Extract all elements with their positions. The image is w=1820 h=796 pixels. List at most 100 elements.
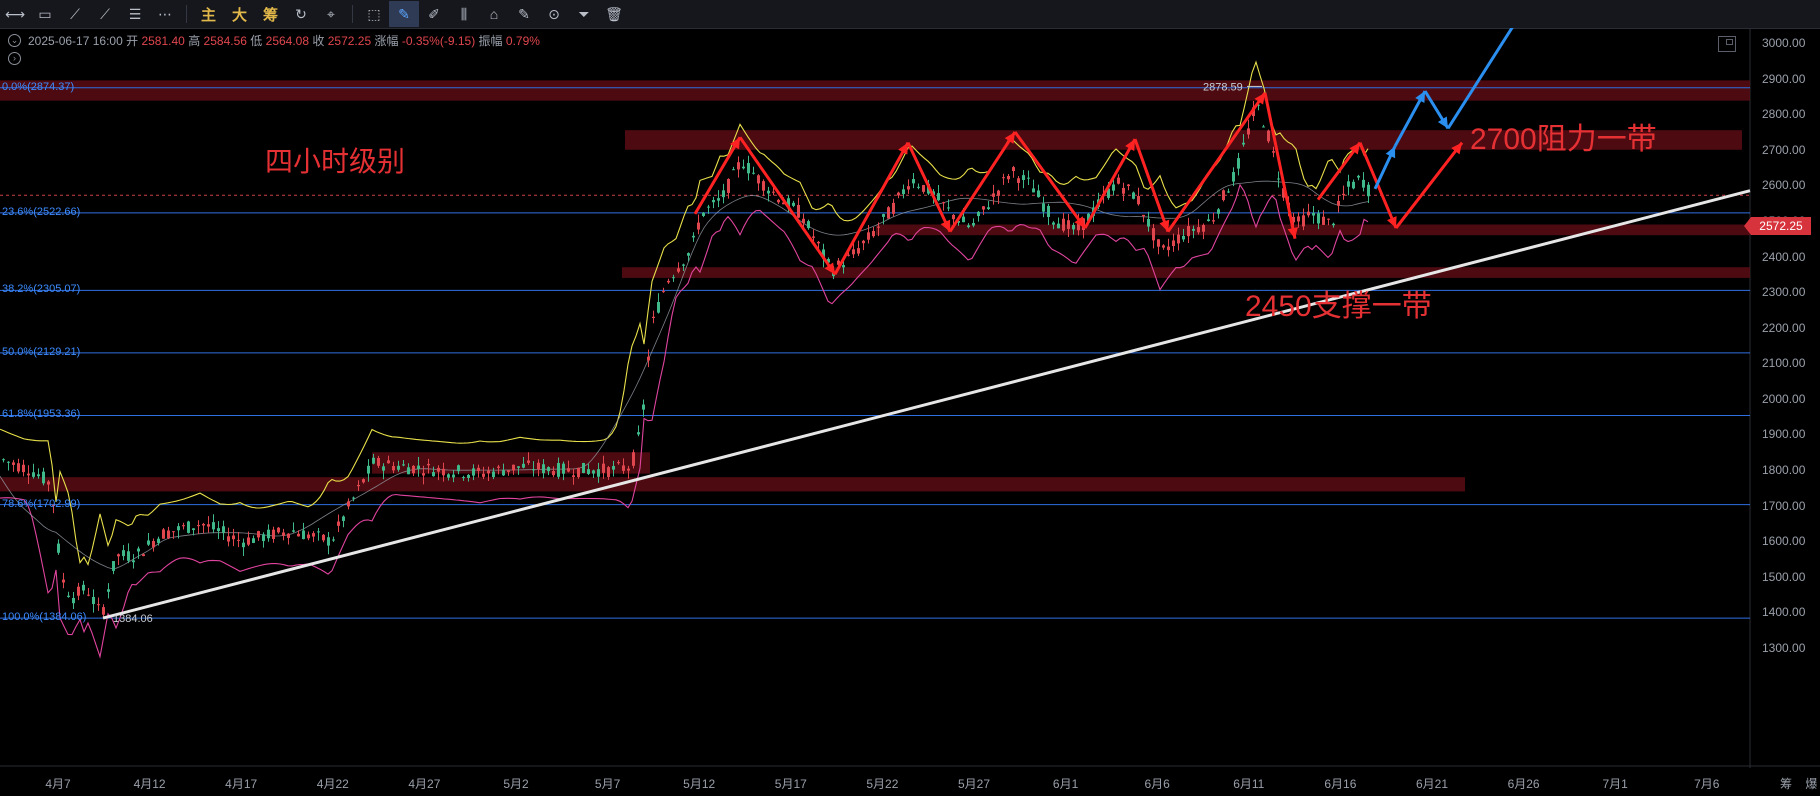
price-tick: 3000.00 bbox=[1762, 36, 1806, 50]
select-icon[interactable]: ⬚ bbox=[359, 1, 389, 27]
lower-band-line bbox=[0, 183, 1369, 659]
pen-icon[interactable]: ✐ bbox=[419, 1, 449, 27]
candle-body bbox=[1042, 203, 1045, 212]
candle-body bbox=[207, 524, 210, 527]
candle-body bbox=[1342, 193, 1345, 195]
candle-body bbox=[1037, 190, 1040, 198]
candle-body bbox=[517, 466, 520, 468]
fib-label: 38.2%(2305.07) bbox=[2, 283, 81, 296]
candle-body bbox=[1302, 215, 1305, 227]
candle-body bbox=[452, 474, 455, 478]
candle-body bbox=[612, 466, 615, 470]
red-arrow-down bbox=[906, 142, 952, 233]
bottom-tools: 筹 爆 bbox=[1780, 775, 1817, 792]
candle-body bbox=[607, 467, 610, 477]
arrow-segment bbox=[1083, 138, 1137, 229]
horizontal-line-icon[interactable]: ⟷ bbox=[0, 1, 30, 27]
candle-body bbox=[92, 596, 95, 605]
burst-tool-button[interactable]: 爆 bbox=[1805, 777, 1817, 791]
price-tick: 2100.00 bbox=[1762, 356, 1806, 371]
chip-tool-button[interactable]: 筹 bbox=[1780, 777, 1792, 791]
parallel-channel-icon[interactable]: ☰ bbox=[120, 1, 150, 27]
candle-body bbox=[737, 162, 740, 170]
measure-icon[interactable]: ⌖ bbox=[316, 1, 346, 27]
red-arrow-up bbox=[833, 141, 910, 276]
candle-body bbox=[677, 268, 680, 272]
candle-body bbox=[897, 192, 900, 196]
candle-body bbox=[7, 461, 10, 463]
candle-body bbox=[767, 190, 770, 194]
time-tick: 6月16 bbox=[1324, 777, 1357, 791]
candle-body bbox=[187, 521, 190, 533]
pencil-icon[interactable]: ✎ bbox=[389, 1, 419, 27]
candle-body bbox=[1142, 214, 1145, 217]
candle-body bbox=[172, 531, 175, 533]
candle-body bbox=[512, 464, 515, 471]
candle-body bbox=[427, 463, 430, 466]
time-tick: 5月2 bbox=[503, 777, 529, 791]
settings-toggle-icon[interactable]: › bbox=[8, 52, 21, 65]
fib-label: 100.0%(1384.06) bbox=[2, 611, 87, 624]
candle-body bbox=[647, 356, 650, 361]
candle-body bbox=[687, 253, 690, 256]
candle-body bbox=[962, 216, 965, 223]
trend-line-icon[interactable]: ⟋ bbox=[60, 1, 90, 27]
candle-body bbox=[1127, 184, 1130, 187]
candle-body bbox=[147, 540, 150, 545]
candle-body bbox=[1332, 223, 1335, 226]
collapse-icon[interactable]: ⌄ bbox=[8, 34, 21, 47]
candle-body bbox=[1162, 245, 1165, 248]
big-order-button[interactable]: 大 bbox=[224, 1, 255, 27]
filter-icon[interactable]: ⏷ bbox=[569, 1, 599, 27]
trash-icon[interactable]: 🗑 bbox=[599, 1, 629, 27]
more-icon[interactable]: ⋯ bbox=[150, 1, 180, 27]
red-arrow-up bbox=[1394, 141, 1464, 229]
time-tick: 5月22 bbox=[866, 777, 899, 791]
candle-body bbox=[682, 264, 685, 266]
candle-body bbox=[307, 534, 310, 539]
candle-body bbox=[467, 474, 470, 478]
candle-body bbox=[317, 531, 320, 533]
chip-button[interactable]: 筹 bbox=[255, 1, 286, 27]
candle-body bbox=[217, 528, 220, 532]
candle-body bbox=[122, 550, 125, 557]
rectangle-icon[interactable]: ▭ bbox=[30, 1, 60, 27]
candle-body bbox=[362, 479, 365, 483]
candle-body bbox=[792, 202, 795, 206]
ray-line-icon[interactable]: ⟋ bbox=[90, 1, 120, 27]
time-tick: 4月12 bbox=[133, 777, 166, 791]
candle-body bbox=[742, 166, 745, 169]
candle-body bbox=[802, 218, 805, 224]
arrow-segment bbox=[906, 142, 952, 233]
low-value: 2564.08 bbox=[265, 34, 310, 48]
candle-body bbox=[357, 484, 360, 487]
candle-body bbox=[1047, 205, 1050, 218]
candle-body bbox=[192, 528, 195, 531]
candle-body bbox=[507, 470, 510, 472]
candles-icon[interactable]: ⫼ bbox=[449, 1, 479, 27]
fib-label: 61.8%(1953.36) bbox=[2, 408, 81, 421]
fib-label: 50.0%(2129.21) bbox=[2, 345, 81, 358]
ohlc-info-line: 2025-06-17 16:00 开 2581.40 高 2584.56 低 2… bbox=[28, 32, 540, 49]
fib-label: 23.6%(2522.66) bbox=[2, 205, 81, 218]
candle-body bbox=[1317, 213, 1320, 224]
candle-body bbox=[137, 548, 140, 552]
cycle-icon[interactable]: ↻ bbox=[286, 1, 316, 27]
candle-body bbox=[232, 535, 235, 540]
candle-body bbox=[2, 459, 5, 461]
candle-body bbox=[1227, 191, 1230, 193]
edit-icon[interactable]: ✎ bbox=[509, 1, 539, 27]
candle-body bbox=[732, 169, 735, 171]
fullscreen-icon[interactable] bbox=[1718, 36, 1736, 52]
candle-body bbox=[257, 531, 260, 538]
magnet-icon[interactable]: ⊙ bbox=[539, 1, 569, 27]
toolbar-separator bbox=[186, 5, 187, 23]
time-tick: 4月7 bbox=[45, 777, 71, 791]
lock-icon[interactable]: ⌂ bbox=[479, 1, 509, 27]
main-force-button[interactable]: 主 bbox=[193, 1, 224, 27]
candle-body bbox=[947, 207, 950, 209]
candle-body bbox=[1017, 178, 1020, 183]
candle-body bbox=[292, 530, 295, 532]
candle-body bbox=[1167, 246, 1170, 251]
candle-body bbox=[67, 595, 70, 597]
